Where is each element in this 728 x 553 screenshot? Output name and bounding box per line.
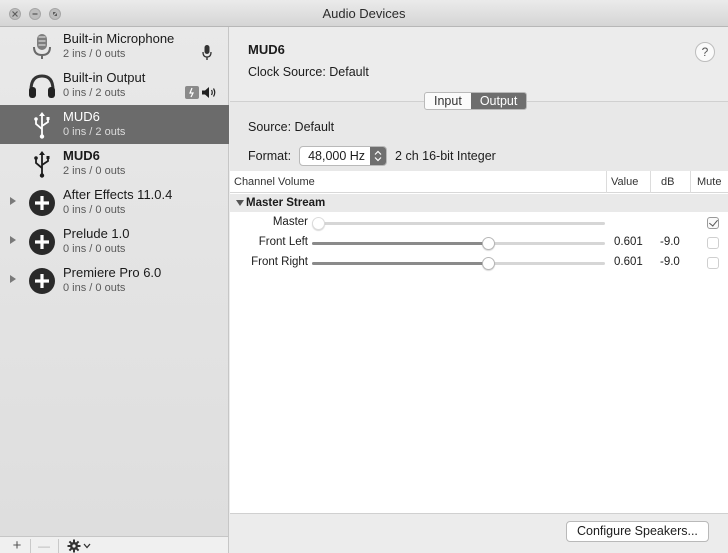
channel-db: -9.0 [660,236,680,248]
tab-output[interactable]: Output [470,93,527,109]
device-title: MUD6 [248,42,285,57]
title-bar: Audio Devices [0,0,728,27]
volume-slider-front-right[interactable] [312,257,605,270]
device-detail-panel: MUD6 Clock Source: Default ? Source: Def… [230,27,728,553]
channel-label: Front Left [258,236,308,248]
column-header-channel-volume[interactable]: Channel Volume [230,171,606,193]
headphones-icon [29,74,55,98]
device-name: Prelude 1.0 [63,226,130,241]
device-name: MUD6 [63,148,100,163]
disclosure-triangle-icon[interactable] [10,275,16,283]
mute-checkbox-front-left[interactable] [707,237,719,249]
disclosure-triangle-icon[interactable] [236,199,244,206]
sidebar-toolbar: + — [0,536,229,553]
device-row-built-in-microphone[interactable]: Built-in Microphone 2 ins / 0 outs [0,27,229,66]
mute-checkbox-front-right[interactable] [707,257,719,269]
table-header: Channel Volume Value dB Mute [230,171,728,193]
mute-checkbox-master[interactable] [707,217,719,229]
channel-label: Front Right [251,256,308,268]
device-name: Built-in Output [63,70,146,85]
panel-footer: Configure Speakers... [230,513,728,553]
device-sidebar: Built-in Microphone 2 ins / 0 outs Built… [0,27,229,536]
device-io: 0 ins / 2 outs [63,87,126,99]
slider-fill [312,262,488,265]
aggregate-plus-icon [29,190,55,216]
channel-volume-table: Channel Volume Value dB Mute Master Stre… [230,171,728,513]
format-row: Format: 48,000 Hz 2 ch 16-bit Integer [248,146,496,166]
usb-icon [34,151,50,178]
device-io: 0 ins / 0 outs [63,204,126,216]
channel-value: 0.601 [614,236,643,248]
column-header-mute[interactable]: Mute [690,171,728,193]
device-row-mud6-input[interactable]: MUD6 2 ins / 0 outs [0,144,229,183]
device-name: Premiere Pro 6.0 [63,265,162,280]
tab-input[interactable]: Input [425,93,471,109]
channel-value: 0.601 [614,256,643,268]
channel-label: Master [272,216,308,228]
channel-row-master: Master [230,213,728,233]
channel-row-front-left: Front Left 0.601 -9.0 [230,233,728,253]
slider-knob[interactable] [312,217,325,230]
device-io: 2 ins / 0 outs [63,165,126,177]
slider-fill [312,242,488,245]
format-label: Format: [248,149,292,163]
window-title: Audio Devices [322,6,406,21]
toolbar-divider [58,539,59,553]
up-down-arrows-icon [370,147,387,165]
add-device-button[interactable]: + [6,537,28,553]
disclosure-triangle-icon[interactable] [10,236,16,244]
configure-speakers-button[interactable]: Configure Speakers... [566,521,709,542]
finder-icon [185,86,199,99]
input-output-segmented-control[interactable]: Input Output [424,92,528,110]
usb-icon [34,112,50,139]
help-button[interactable]: ? [695,42,715,62]
device-io: 0 ins / 0 outs [63,243,126,255]
clock-source: Clock Source: Default [248,65,369,79]
device-name: MUD6 [63,109,100,124]
volume-slider-master[interactable] [312,217,605,230]
device-row-premiere-pro[interactable]: Premiere Pro 6.0 0 ins / 0 outs [0,261,229,300]
slider-knob[interactable] [482,237,495,250]
slider-knob[interactable] [482,257,495,270]
column-header-value[interactable]: Value [606,171,650,193]
volume-slider-front-left[interactable] [312,237,605,250]
device-name: Built-in Microphone [63,31,175,46]
format-value: 48,000 Hz [308,149,366,163]
mic-level-icon [202,45,212,60]
audio-devices-window: Audio Devices Built-in Microphone 2 ins … [0,0,728,553]
device-row-after-effects[interactable]: After Effects 11.0.4 0 ins / 0 outs [0,183,229,222]
speaker-icon [202,87,216,98]
aggregate-plus-icon [29,268,55,294]
device-row-prelude[interactable]: Prelude 1.0 0 ins / 0 outs [0,222,229,261]
disclosure-triangle-icon[interactable] [10,197,16,205]
toolbar-divider [30,539,31,553]
format-popup[interactable]: 48,000 Hz [299,146,388,166]
device-io: 0 ins / 2 outs [63,126,126,138]
microphone-icon [33,34,51,59]
channel-row-front-right: Front Right 0.601 -9.0 [230,253,728,273]
gear-dropdown-icon [67,539,91,552]
format-description: 2 ch 16-bit Integer [395,149,496,163]
source-label: Source: Default [248,120,335,134]
column-header-db[interactable]: dB [650,171,690,193]
device-io: 2 ins / 0 outs [63,48,126,60]
group-label: Master Stream [246,197,326,209]
device-name: After Effects 11.0.4 [63,187,173,202]
device-actions-button[interactable] [62,537,98,553]
device-row-built-in-output[interactable]: Built-in Output 0 ins / 2 outs [0,66,229,105]
aggregate-plus-icon [29,229,55,255]
device-row-mud6-output[interactable]: MUD6 0 ins / 2 outs [0,105,229,144]
channel-db: -9.0 [660,256,680,268]
remove-device-button[interactable]: — [32,537,56,553]
master-stream-group[interactable]: Master Stream [230,194,728,212]
device-io: 0 ins / 0 outs [63,282,126,294]
